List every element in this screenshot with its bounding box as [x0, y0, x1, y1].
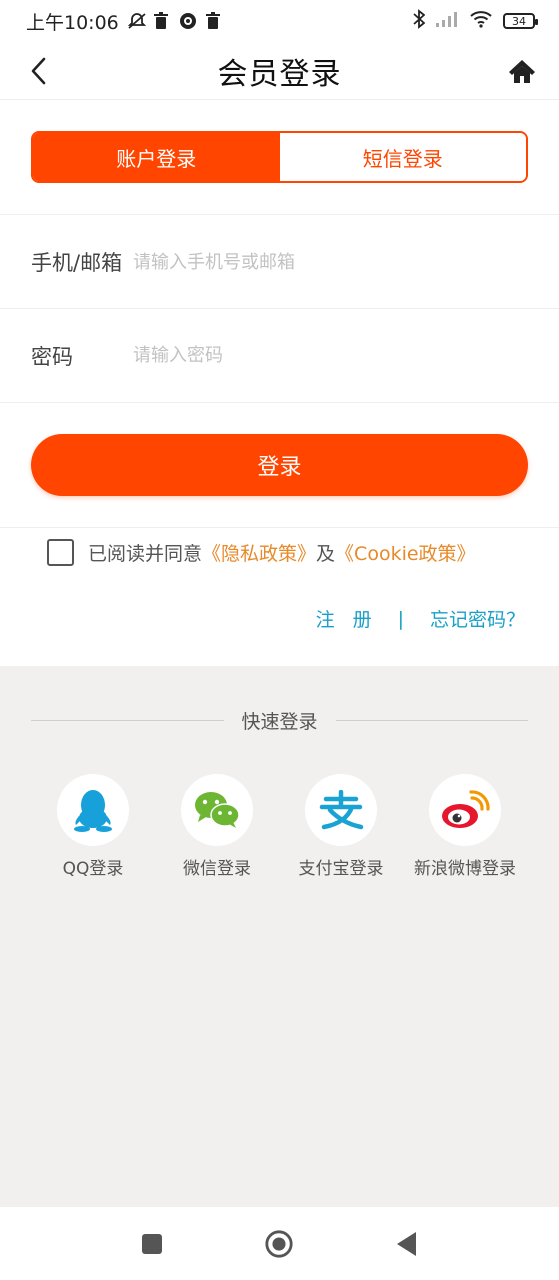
status-bar: 上午10:06 34	[0, 0, 559, 42]
mute-notification-icon	[127, 12, 146, 30]
wifi-icon	[469, 10, 493, 32]
status-left: 上午10:06	[26, 8, 223, 35]
page-title: 会员登录	[217, 56, 342, 92]
account-row: 手机/邮箱	[0, 214, 559, 309]
nav-home-button[interactable]	[264, 1229, 294, 1259]
divider	[335, 719, 529, 721]
chevron-left-icon	[31, 57, 46, 85]
system-nav-bar	[0, 1207, 559, 1280]
status-time: 上午10:06	[26, 11, 119, 34]
wechat-login-label: 微信登录	[183, 859, 251, 879]
alipay-login-label: 支付宝登录	[298, 859, 384, 879]
qq-login-label: QQ登录	[62, 859, 124, 879]
quick-login-title: 快速登录	[241, 710, 318, 733]
weibo-login-label: 新浪微博登录	[414, 859, 516, 879]
bluetooth-icon	[413, 9, 426, 33]
divider	[0, 527, 559, 528]
wechat-icon	[181, 774, 253, 846]
forgot-password-link[interactable]: 忘记密码？	[430, 605, 525, 632]
password-row: 密码	[0, 308, 559, 403]
alipay-login-button[interactable]: 支付宝登录	[279, 774, 403, 879]
password-input[interactable]	[133, 345, 473, 366]
circle-icon	[265, 1230, 293, 1258]
triangle-back-icon	[397, 1232, 416, 1256]
back-button[interactable]	[24, 56, 52, 86]
wechat-login-button[interactable]: 微信登录	[155, 774, 279, 879]
cookie-policy-link[interactable]: 《Cookie政策》	[335, 539, 476, 566]
weibo-login-button[interactable]: 新浪微博登录	[403, 774, 527, 879]
trash-icon	[153, 12, 171, 30]
quick-login-section: 快速登录 QQ登录 微信登录 支付宝登录 新浪微博登录	[0, 666, 559, 1207]
quick-login-heading: 快速登录	[31, 706, 529, 734]
agreement-and: 及	[316, 542, 336, 565]
qq-login-button[interactable]: QQ登录	[31, 774, 155, 879]
home-button[interactable]	[507, 56, 537, 86]
trash-icon	[205, 12, 223, 30]
account-label: 手机/邮箱	[31, 251, 123, 275]
privacy-policy-link[interactable]: 《隐私政策》	[202, 539, 316, 566]
agreement: 已阅读并同意 《隐私政策》 及 《Cookie政策》	[47, 536, 476, 568]
account-links: 注册 | 忘记密码？	[316, 605, 525, 632]
home-icon	[509, 60, 535, 83]
signal-icon	[435, 11, 459, 31]
recent-apps-button[interactable]	[137, 1229, 167, 1259]
battery-icon: 34	[503, 13, 538, 29]
divider	[31, 719, 224, 721]
agreement-text: 已阅读并同意	[88, 542, 203, 565]
nav-back-button[interactable]	[392, 1229, 422, 1259]
qq-icon	[57, 774, 129, 846]
page-header: 会员登录	[0, 42, 559, 100]
account-input[interactable]	[133, 251, 473, 273]
alipay-icon	[305, 774, 377, 846]
weibo-icon	[429, 774, 501, 846]
agree-checkbox[interactable]	[47, 538, 74, 566]
link-divider: |	[397, 607, 404, 630]
status-right: 34	[413, 9, 538, 33]
tab-sms-login[interactable]: 短信登录	[279, 133, 526, 181]
square-icon	[142, 1234, 162, 1254]
login-button[interactable]: 登录	[31, 434, 528, 496]
tab-account-login[interactable]: 账户登录	[33, 133, 280, 181]
password-label: 密码	[31, 344, 73, 369]
login-tabs: 账户登录 短信登录	[31, 131, 528, 183]
record-icon	[179, 12, 197, 30]
register-link[interactable]: 注册	[316, 605, 390, 632]
